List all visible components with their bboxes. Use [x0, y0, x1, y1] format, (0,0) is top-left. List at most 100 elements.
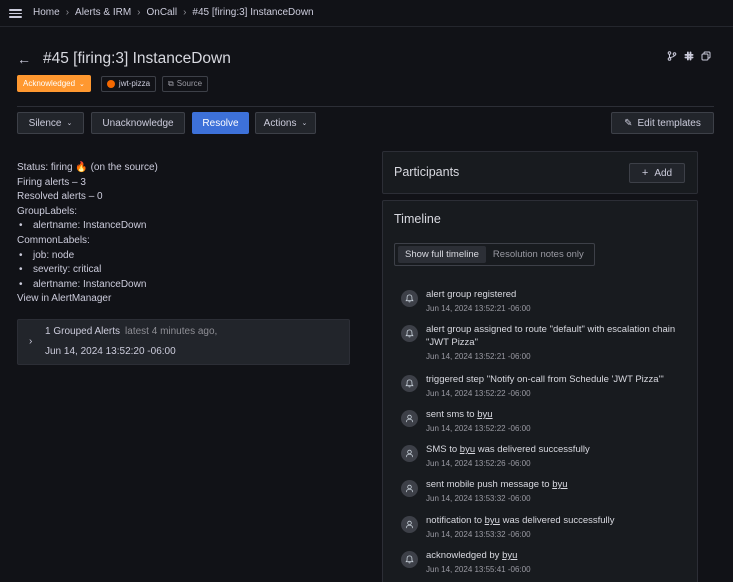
grouped-alerts-meta: latest 4 minutes ago, — [125, 326, 218, 337]
tab-show-full-timeline[interactable]: Show full timeline — [398, 246, 486, 263]
timeline-event-time: Jun 14, 2024 13:55:41 -06:00 — [426, 565, 531, 574]
user-icon — [401, 480, 418, 497]
add-participant-button[interactable]: + Add — [629, 163, 685, 183]
breadcrumb-separator: › — [65, 7, 70, 18]
integration-badge[interactable]: jwt-pizza — [100, 75, 157, 92]
breadcrumb-separator: › — [137, 7, 141, 18]
timeline-event-text: sent mobile push message to byu — [426, 479, 568, 490]
grouped-alerts-collapse[interactable]: › 1 Grouped Alerts latest 4 minutes ago, … — [17, 319, 350, 365]
status-row: Acknowledged ⌄ jwt-pizza ⧉ Source — [17, 75, 209, 92]
breadcrumb: Home › Alerts & IRM › OnCall › #45 [firi… — [33, 7, 314, 18]
timeline-event-text: triggered step "Notify on-call from Sche… — [426, 374, 664, 385]
group-labels-list: alertname: InstanceDown — [17, 219, 357, 234]
user-link[interactable]: byu — [502, 550, 517, 561]
actions-label: Actions — [263, 117, 297, 129]
timeline-event-time: Jun 14, 2024 13:53:32 -06:00 — [426, 530, 531, 539]
status-dropdown[interactable]: Acknowledged ⌄ — [17, 75, 91, 92]
list-item: severity: critical — [17, 263, 357, 278]
add-label: Add — [654, 167, 673, 179]
breadcrumb-separator: › — [183, 7, 187, 18]
grafana-logo-icon — [106, 79, 115, 88]
user-icon — [401, 410, 418, 427]
actions-button[interactable]: Actions ⌄ — [255, 112, 316, 134]
user-icon — [401, 516, 418, 533]
chevron-down-icon: ⌄ — [79, 80, 85, 88]
edit-icon: ✎ — [624, 117, 633, 129]
action-bar: Silence ⌄ Unacknowledge Resolve Actions … — [17, 112, 714, 134]
grouped-alerts-header: 1 Grouped Alerts latest 4 minutes ago, — [45, 326, 217, 337]
plus-icon: + — [641, 167, 649, 179]
tab-resolution-notes-only[interactable]: Resolution notes only — [486, 246, 591, 263]
integration-label: jwt-pizza — [118, 79, 151, 88]
bell-icon — [401, 290, 418, 307]
user-link[interactable]: byu — [485, 515, 500, 526]
timeline-panel: Timeline Show full timeline Resolution n… — [382, 200, 698, 582]
timeline-title: Timeline — [394, 212, 441, 226]
timeline-event-time: Jun 14, 2024 13:52:22 -06:00 — [426, 424, 531, 433]
silence-button[interactable]: Silence ⌄ — [17, 112, 84, 134]
chevron-right-icon[interactable]: › — [29, 336, 32, 347]
list-item: alertname: InstanceDown — [17, 219, 357, 234]
alert-details: Status: firing 🔥 (on the source) Firing … — [17, 161, 357, 307]
timeline-event-time: Jun 14, 2024 13:52:21 -06:00 — [426, 304, 531, 313]
unacknowledge-label: Unacknowledge — [102, 117, 174, 129]
common-labels-list: job: node severity: critical alertname: … — [17, 249, 357, 293]
top-bar: Home › Alerts & IRM › OnCall › #45 [firi… — [0, 0, 733, 27]
timeline-event-text: SMS to byu was delivered successfully — [426, 444, 590, 455]
bell-icon — [401, 551, 418, 568]
menu-icon[interactable] — [9, 9, 22, 18]
timeline-event-text: acknowledged by byu — [426, 550, 518, 561]
list-item: job: node — [17, 249, 357, 264]
participants-title: Participants — [394, 165, 460, 179]
status-text: Status: firing 🔥 (on the source) — [17, 162, 158, 173]
silence-label: Silence — [28, 117, 62, 129]
user-link[interactable]: byu — [552, 479, 567, 490]
timeline-event-time: Jun 14, 2024 13:52:21 -06:00 — [426, 352, 531, 361]
chevron-down-icon: ⌄ — [66, 120, 73, 127]
timeline-filter: Show full timeline Resolution notes only — [394, 243, 595, 266]
resolve-label: Resolve — [202, 117, 239, 129]
breadcrumb-alerts-irm[interactable]: Alerts & IRM — [75, 7, 131, 18]
timeline-event-text: sent sms to byu — [426, 409, 493, 420]
participants-panel: Participants + Add — [382, 151, 698, 194]
common-labels-title: CommonLabels: — [17, 234, 90, 246]
bell-icon — [401, 375, 418, 392]
timeline-event-time: Jun 14, 2024 13:52:26 -06:00 — [426, 459, 531, 468]
unacknowledge-button[interactable]: Unacknowledge — [91, 112, 185, 134]
timeline-event-text: alert group assigned to route "default" … — [426, 324, 676, 348]
breadcrumb-current: #45 [firing:3] InstanceDown — [192, 7, 314, 18]
bell-icon — [401, 325, 418, 342]
grouped-alerts-date: Jun 14, 2024 13:52:20 -06:00 — [45, 346, 176, 357]
source-branch-icon[interactable] — [667, 51, 677, 61]
divider — [17, 106, 714, 107]
arrow-left-icon[interactable]: ← — [17, 51, 31, 67]
list-item: alertname: InstanceDown — [17, 278, 357, 293]
slack-icon[interactable] — [684, 51, 694, 61]
view-in-alertmanager-link[interactable]: View in AlertManager — [17, 292, 357, 307]
chevron-down-icon: ⌄ — [301, 120, 308, 127]
edit-templates-button[interactable]: ✎ Edit templates — [611, 112, 714, 134]
copy-icon[interactable] — [701, 51, 711, 61]
user-icon — [401, 445, 418, 462]
user-link[interactable]: byu — [477, 409, 492, 420]
status-label: Acknowledged — [23, 79, 76, 88]
breadcrumb-oncall[interactable]: OnCall — [147, 7, 178, 18]
user-link[interactable]: byu — [460, 444, 475, 455]
firing-count: Firing alerts – 3 — [17, 176, 86, 188]
page-title: #45 [firing:3] InstanceDown — [43, 50, 231, 67]
source-label: Source — [176, 79, 203, 88]
page-header: ← #45 [firing:3] InstanceDown — [17, 50, 231, 68]
group-labels-title: GroupLabels: — [17, 205, 78, 217]
grouped-alerts-title: 1 Grouped Alerts — [45, 326, 121, 337]
breadcrumb-home[interactable]: Home — [33, 7, 60, 18]
timeline-event-text: notification to byu was delivered succes… — [426, 515, 615, 526]
timeline-event-text: alert group registered — [426, 289, 517, 300]
timeline-event-time: Jun 14, 2024 13:52:22 -06:00 — [426, 389, 531, 398]
external-link-icon: ⧉ — [168, 78, 174, 88]
header-actions — [667, 51, 711, 61]
timeline-event-time: Jun 14, 2024 13:53:32 -06:00 — [426, 494, 531, 503]
edit-templates-label: Edit templates — [637, 117, 701, 129]
source-button[interactable]: ⧉ Source — [162, 75, 209, 92]
resolve-button[interactable]: Resolve — [192, 112, 249, 134]
resolved-count: Resolved alerts – 0 — [17, 191, 103, 203]
